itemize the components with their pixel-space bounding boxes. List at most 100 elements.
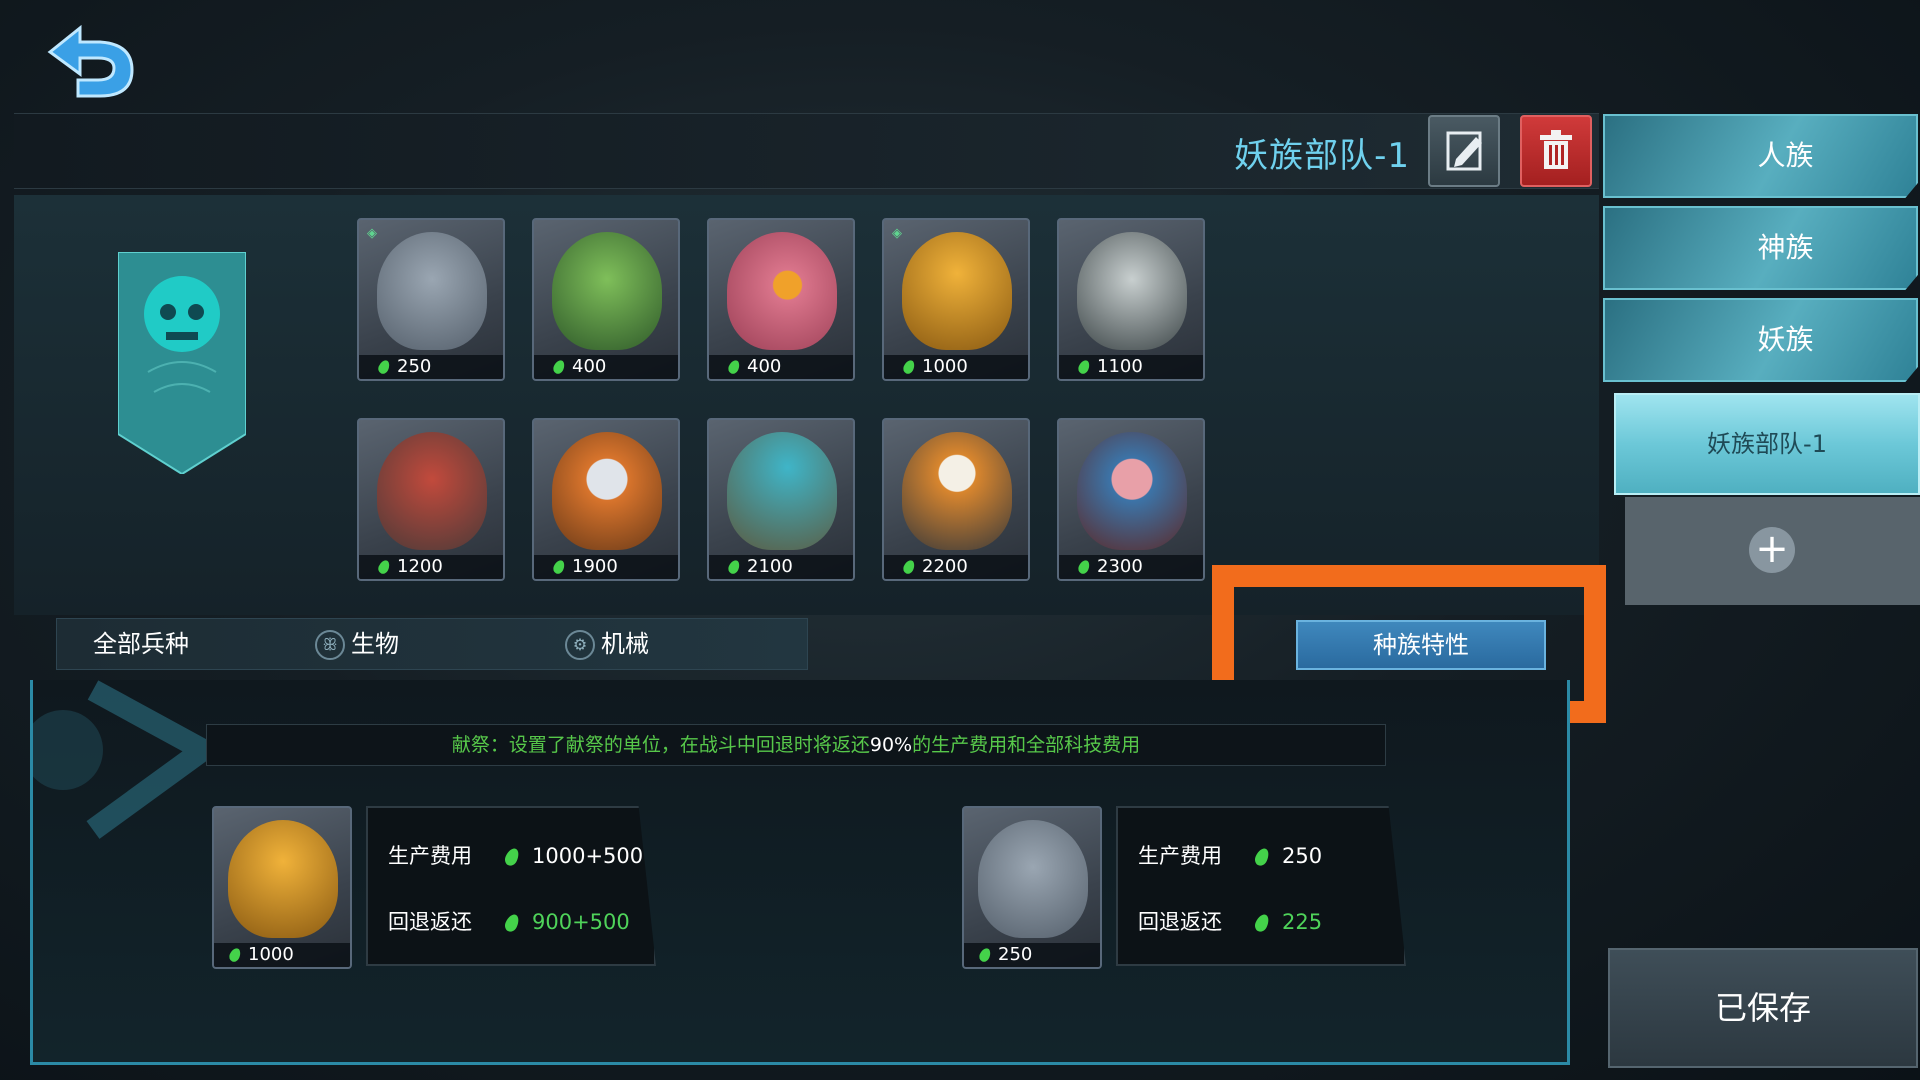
trait-percent: 90% — [869, 734, 913, 756]
filter-tab-bio[interactable]: ꕥ 生物 — [315, 619, 399, 669]
stat-label: 回退返还 — [1138, 910, 1222, 934]
example-unit-card: 250 — [962, 806, 1102, 969]
unit-cost-value: 2100 — [747, 556, 793, 577]
production-cost-row: 生产费用 1000+500 — [388, 840, 643, 870]
crystal-icon — [901, 358, 917, 376]
trait-text: 的生产费用和全部科技费用 — [912, 734, 1141, 756]
trait-text: 献祭：设置了献祭的单位，在战斗中回退时将返还 — [451, 734, 870, 756]
deck-title: 妖族部队-1 — [1234, 136, 1410, 176]
unit-card[interactable]: 2300 — [1057, 418, 1205, 581]
unit-portrait — [727, 232, 837, 350]
filter-tab-label: 生物 — [351, 630, 399, 658]
delete-deck-button[interactable] — [1520, 115, 1592, 187]
production-cost-row: 生产费用 250 — [1138, 840, 1322, 870]
unit-portrait — [902, 432, 1012, 550]
unit-cost-value: 1000 — [248, 944, 294, 965]
unit-cost: 1200 — [359, 555, 503, 579]
unit-card[interactable]: 1900 — [532, 418, 680, 581]
filter-tab-label: 全部兵种 — [93, 630, 189, 658]
stat-value: 1000+500 — [532, 844, 644, 868]
filter-tab-all[interactable]: 全部兵种 — [93, 619, 189, 669]
stat-label: 生产费用 — [1138, 844, 1222, 868]
race-tab-label: 妖族 — [1757, 323, 1814, 356]
unit-portrait — [228, 820, 338, 938]
unit-cost-value: 250 — [998, 944, 1033, 965]
unit-portrait — [552, 432, 662, 550]
stat-label: 回退返还 — [388, 910, 472, 934]
example-unit-card: 1000 — [212, 806, 352, 969]
unit-filter-bar: 全部兵种 ꕥ 生物 ⚙ 机械 — [56, 618, 808, 670]
race-tab-demon[interactable]: 妖族 — [1603, 298, 1918, 382]
filter-tab-mech[interactable]: ⚙ 机械 — [565, 619, 649, 669]
filter-tab-label: 机械 — [601, 630, 649, 658]
stat-label: 生产费用 — [388, 844, 472, 868]
unit-cost: 1100 — [1059, 355, 1203, 379]
unit-cost-value: 400 — [572, 356, 607, 377]
add-deck-button[interactable]: + — [1625, 497, 1920, 605]
unit-cost-value: 1100 — [1097, 356, 1143, 377]
unit-portrait — [377, 432, 487, 550]
demon-emblem-icon — [33, 680, 224, 839]
unit-cost: 2300 — [1059, 555, 1203, 579]
demon-skull-icon — [117, 251, 247, 476]
unit-cost-value: 1200 — [397, 556, 443, 577]
unit-badge-icon: ◈ — [892, 226, 902, 241]
unit-cost: 250 — [359, 355, 503, 379]
unit-cost: 1000 — [214, 943, 350, 967]
race-tab-label: 人族 — [1757, 139, 1814, 172]
unit-portrait — [552, 232, 662, 350]
crystal-icon — [227, 946, 243, 964]
unit-cost: 400 — [534, 355, 678, 379]
crystal-icon — [551, 558, 567, 576]
unit-cost: 250 — [964, 943, 1100, 967]
unit-portrait — [1077, 432, 1187, 550]
stat-value: 900+500 — [532, 910, 630, 934]
unit-card[interactable]: ◈ 1000 — [882, 218, 1030, 381]
stat-value: 225 — [1282, 910, 1323, 934]
unit-portrait — [377, 232, 487, 350]
race-tab-god[interactable]: 神族 — [1603, 206, 1918, 290]
crystal-icon — [551, 358, 567, 376]
plus-icon: + — [1749, 527, 1795, 573]
crystal-icon — [726, 558, 742, 576]
unit-card[interactable]: 1200 — [357, 418, 505, 581]
unit-portrait — [978, 820, 1088, 938]
cost-stat-box: 生产费用 250 回退返还 225 — [1116, 806, 1406, 966]
unit-card[interactable]: ◈ 250 — [357, 218, 505, 381]
trait-description: 献祭：设置了献祭的单位，在战斗中回退时将返还90%的生产费用和全部科技费用 — [206, 724, 1386, 766]
unit-cost-value: 250 — [397, 356, 432, 377]
crystal-icon — [977, 946, 993, 964]
unit-cost-value: 1900 — [572, 556, 618, 577]
back-button[interactable] — [40, 22, 140, 102]
crystal-icon — [901, 558, 917, 576]
unit-card[interactable]: 1100 — [1057, 218, 1205, 381]
unit-cost-value: 1000 — [922, 356, 968, 377]
unit-card[interactable]: 2100 — [707, 418, 855, 581]
deck-list-item[interactable]: 妖族部队-1 — [1614, 393, 1920, 495]
unit-portrait — [902, 232, 1012, 350]
unit-cost-value: 2300 — [1097, 556, 1143, 577]
unit-card[interactable]: 400 — [707, 218, 855, 381]
unit-portrait — [727, 432, 837, 550]
gear-icon: ⚙ — [565, 630, 595, 660]
unit-card[interactable]: 400 — [532, 218, 680, 381]
saved-button[interactable]: 已保存 — [1608, 948, 1918, 1068]
trash-icon — [1540, 130, 1572, 169]
unit-cost: 2200 — [884, 555, 1028, 579]
unit-card[interactable]: 2200 — [882, 418, 1030, 581]
race-tab-human[interactable]: 人族 — [1603, 114, 1918, 198]
unit-cost-value: 400 — [747, 356, 782, 377]
unit-cost: 400 — [709, 355, 853, 379]
crystal-icon — [726, 358, 742, 376]
back-arrow-icon — [47, 24, 134, 98]
unit-cost-value: 2200 — [922, 556, 968, 577]
unit-badge-icon: ◈ — [367, 226, 377, 241]
race-tab-label: 神族 — [1757, 231, 1814, 264]
crystal-icon — [1076, 558, 1092, 576]
refund-row: 回退返还 900+500 — [388, 906, 630, 936]
demon-race-banner — [117, 251, 247, 476]
edit-deck-button[interactable] — [1428, 115, 1500, 187]
cost-stat-box: 生产费用 1000+500 回退返还 900+500 — [366, 806, 656, 966]
crystal-icon — [1076, 358, 1092, 376]
stat-value: 250 — [1282, 844, 1323, 868]
